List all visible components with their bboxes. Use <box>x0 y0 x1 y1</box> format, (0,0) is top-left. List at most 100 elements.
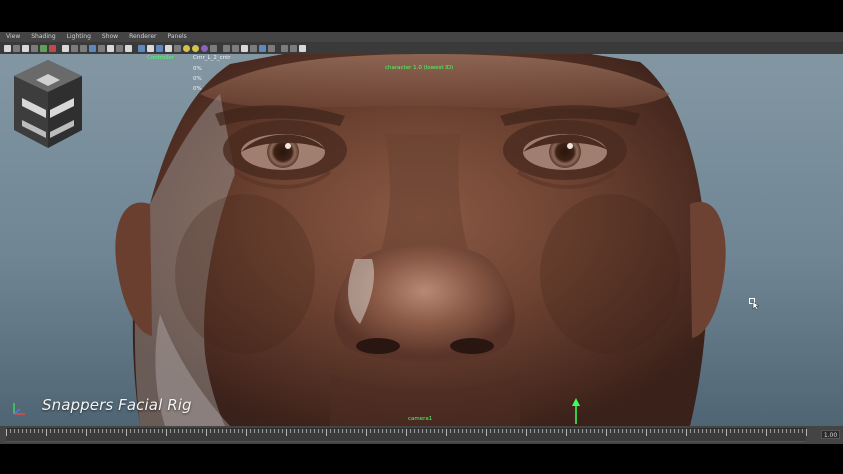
ruler-tick <box>370 429 371 433</box>
menu-lighting[interactable]: Lighting <box>61 32 96 42</box>
dof-icon[interactable] <box>259 44 266 52</box>
ruler-tick <box>286 429 287 436</box>
ruler-tick <box>438 429 439 433</box>
lights-icon[interactable] <box>165 44 172 52</box>
ruler-tick <box>470 429 471 433</box>
scale-tool-icon[interactable] <box>49 44 56 52</box>
ruler-tick <box>622 429 623 433</box>
wireframe-icon[interactable] <box>116 44 123 52</box>
hud-controller-label: Controller <box>147 55 175 61</box>
ruler-tick <box>410 429 411 433</box>
paint-tool-icon[interactable] <box>22 44 29 52</box>
ssao-icon[interactable] <box>241 44 248 52</box>
ruler-tick <box>458 429 459 433</box>
menu-show[interactable]: Show <box>96 32 123 42</box>
ruler-tick <box>526 429 527 436</box>
aa-icon[interactable] <box>232 44 239 52</box>
menu-shading[interactable]: Shading <box>25 32 60 42</box>
ruler-tick <box>674 429 675 433</box>
motion-blur-icon[interactable] <box>250 44 257 52</box>
resolution-gate-icon[interactable] <box>89 44 96 52</box>
letterbox-bottom <box>0 444 843 474</box>
isolate-icon[interactable] <box>223 44 230 52</box>
move-manipulator-icon[interactable] <box>570 398 582 424</box>
ruler-tick <box>518 429 519 433</box>
ruler-tick <box>230 429 231 433</box>
ruler-tick <box>474 429 475 433</box>
grid-icon[interactable] <box>71 44 78 52</box>
default-light-icon[interactable] <box>192 44 199 52</box>
render-icon[interactable] <box>281 44 288 52</box>
ruler-tick <box>134 429 135 433</box>
ruler-tick <box>326 429 327 436</box>
move-tool-icon[interactable] <box>31 44 38 52</box>
ruler-tick <box>434 429 435 433</box>
ruler-tick <box>790 429 791 433</box>
menu-view[interactable]: View <box>0 32 25 42</box>
ruler-tick <box>718 429 719 433</box>
ruler-tick <box>570 429 571 433</box>
ruler-tick <box>62 429 63 433</box>
select-tool-icon[interactable] <box>4 44 11 52</box>
ruler-tick <box>262 429 263 433</box>
ruler-tick <box>378 429 379 433</box>
ruler-tick <box>206 429 207 436</box>
ruler-tick <box>682 429 683 433</box>
ruler-tick <box>550 429 551 433</box>
ruler-tick <box>222 429 223 433</box>
ruler-tick <box>794 429 795 433</box>
ruler-tick <box>610 429 611 433</box>
ruler-tick <box>562 429 563 433</box>
ruler-tick <box>594 429 595 433</box>
ruler-tick <box>342 429 343 433</box>
bounding-box-icon[interactable] <box>147 44 154 52</box>
film-gate-icon[interactable] <box>80 44 87 52</box>
field-chart-icon[interactable] <box>107 44 114 52</box>
hud-side-value-2: 0% <box>193 76 202 82</box>
ruler-tick <box>98 429 99 433</box>
ruler-tick <box>630 429 631 433</box>
safe-action-icon[interactable] <box>98 44 105 52</box>
ruler-tick <box>414 429 415 433</box>
ruler-tick <box>38 429 39 433</box>
ruler-tick <box>670 429 671 433</box>
ruler-tick <box>798 429 799 433</box>
ruler-tick <box>730 429 731 433</box>
hud-icon[interactable] <box>125 44 132 52</box>
ruler-tick <box>782 429 783 433</box>
smooth-shade-icon[interactable] <box>138 44 145 52</box>
lasso-tool-icon[interactable] <box>13 44 20 52</box>
ruler-tick <box>494 429 495 433</box>
xray-icon[interactable] <box>210 44 217 52</box>
3d-viewport[interactable]: Controller Crnr_L_2_cntr character 1.0 (… <box>0 54 843 426</box>
gamma-icon[interactable] <box>268 44 275 52</box>
ruler-tick <box>202 429 203 433</box>
hud-ctrl-name: Crnr_L_2_cntr <box>193 55 231 61</box>
menu-panels[interactable]: Panels <box>161 32 191 42</box>
ruler-tick <box>546 429 547 433</box>
rotate-tool-icon[interactable] <box>40 44 47 52</box>
ruler-tick <box>82 429 83 433</box>
ruler-tick <box>786 429 787 433</box>
material-sphere-icon[interactable] <box>201 44 208 52</box>
sun-light-icon[interactable] <box>183 44 190 52</box>
ruler-tick <box>698 429 699 433</box>
panel-toolbar <box>0 42 843 54</box>
ruler-tick <box>422 429 423 433</box>
menu-renderer[interactable]: Renderer <box>123 32 161 42</box>
ruler-tick <box>274 429 275 433</box>
textured-icon[interactable] <box>156 44 163 52</box>
ruler-tick <box>426 429 427 433</box>
ipr-icon[interactable] <box>290 44 297 52</box>
shadows-icon[interactable] <box>174 44 181 52</box>
share-icon[interactable] <box>299 44 306 52</box>
time-slider[interactable]: 1.00 <box>0 426 843 444</box>
current-frame-field[interactable]: 1.00 <box>821 430 840 439</box>
camera-icon[interactable] <box>62 44 69 52</box>
ruler-tick <box>778 429 779 433</box>
ruler-tick <box>126 429 127 436</box>
ruler-tick <box>758 429 759 433</box>
ruler-tick <box>226 429 227 433</box>
ruler-tick <box>514 429 515 433</box>
time-ruler[interactable] <box>6 428 807 442</box>
